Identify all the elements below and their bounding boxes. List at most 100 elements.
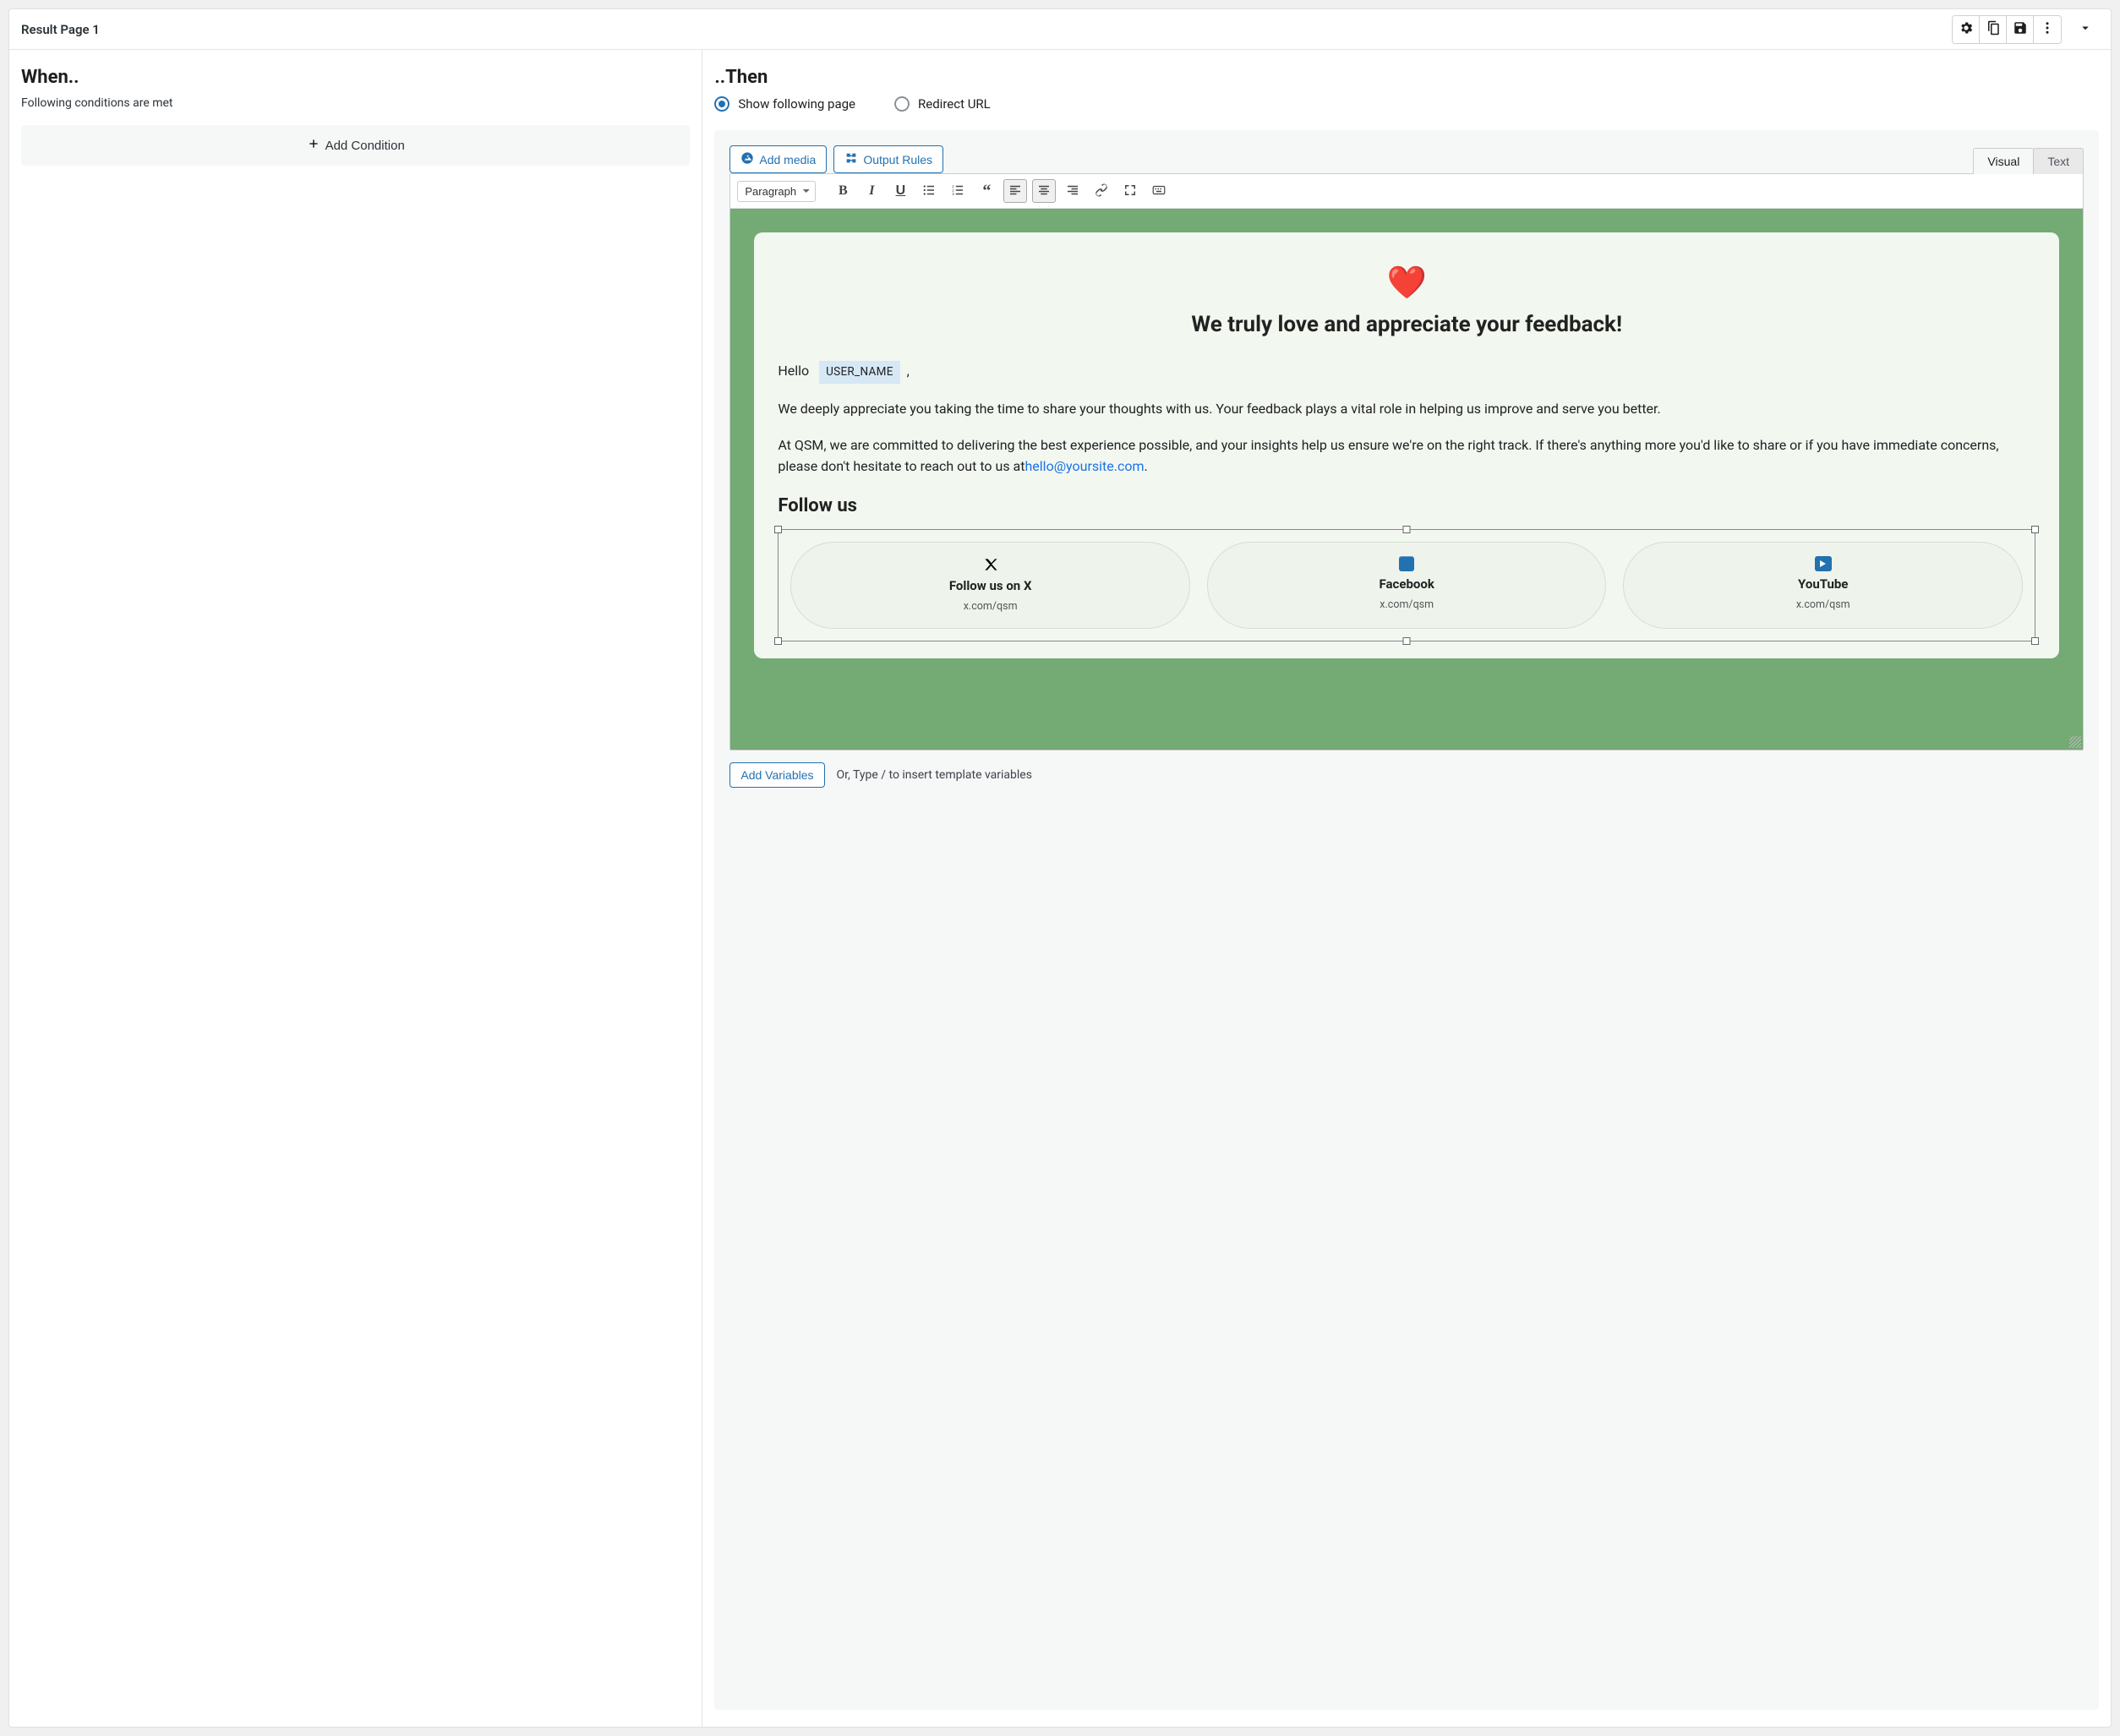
radio-checked-icon xyxy=(714,96,729,112)
greeting-prefix: Hello xyxy=(778,363,809,379)
variables-hint: Or, Type / to insert template variables xyxy=(837,768,1032,782)
social-pill-x[interactable]: Follow us on X x.com/qsm xyxy=(790,542,1190,629)
keyboard-icon xyxy=(1151,183,1167,200)
social-sub: x.com/qsm xyxy=(800,598,1181,614)
align-center-button[interactable] xyxy=(1032,179,1056,203)
save-button[interactable] xyxy=(2007,16,2034,43)
social-sub: x.com/qsm xyxy=(1216,597,1598,613)
editor-frame: Paragraph B I U 123 “ xyxy=(729,173,2084,751)
add-variables-button[interactable]: Add Variables xyxy=(729,762,824,788)
page-header: Result Page 1 xyxy=(9,9,2111,50)
svg-text:3: 3 xyxy=(953,192,955,196)
social-sub: x.com/qsm xyxy=(1632,597,2013,613)
content-heading: We truly love and appreciate your feedba… xyxy=(778,312,2035,337)
align-left-icon xyxy=(1008,183,1023,200)
quote-button[interactable]: “ xyxy=(975,179,998,203)
editor-canvas[interactable]: ❤️ We truly love and appreciate your fee… xyxy=(730,209,2083,750)
contact-email-link[interactable]: hello@yoursite.com xyxy=(1024,458,1144,474)
youtube-icon xyxy=(1632,556,2013,571)
resize-handle-bl[interactable] xyxy=(774,637,782,645)
header-icon-group xyxy=(1952,15,2062,44)
social-pill-youtube[interactable]: YouTube x.com/qsm xyxy=(1623,542,2023,629)
resize-handle-bm[interactable] xyxy=(1403,637,1411,645)
add-media-button[interactable]: Add media xyxy=(729,145,827,173)
add-condition-label: Add Condition xyxy=(325,139,405,153)
facebook-icon xyxy=(1216,556,1598,571)
page-title: Result Page 1 xyxy=(21,22,100,37)
ordered-list-button[interactable]: 123 xyxy=(946,179,970,203)
result-pane: ..Then Show following page Redirect URL xyxy=(702,50,2111,1727)
social-pill-facebook[interactable]: Facebook x.com/qsm xyxy=(1207,542,1607,629)
social-label: Follow us on X xyxy=(800,576,1181,596)
follow-heading: Follow us xyxy=(778,492,2035,521)
add-condition-button[interactable]: Add Condition xyxy=(21,125,690,166)
plus-icon xyxy=(307,137,320,154)
paragraph-2-post: . xyxy=(1145,458,1148,474)
paragraph-2: At QSM, we are committed to delivering t… xyxy=(778,435,2035,478)
rte-toolbar: Paragraph B I U 123 “ xyxy=(730,174,2083,209)
x-logo-icon xyxy=(800,556,1181,573)
ordered-list-icon: 123 xyxy=(950,183,965,200)
tab-visual[interactable]: Visual xyxy=(1973,148,2034,174)
align-center-icon xyxy=(1036,183,1052,200)
editor-card: Add media Output Rules Visual Text xyxy=(714,130,2099,1710)
bold-icon: B xyxy=(839,183,848,199)
radio-redirect-label: Redirect URL xyxy=(918,96,991,112)
media-icon xyxy=(740,151,754,167)
social-selection-box[interactable]: Follow us on X x.com/qsm Facebook xyxy=(778,529,2035,641)
heart-icon: ❤️ xyxy=(778,265,2035,302)
kebab-icon xyxy=(2040,20,2055,38)
conditions-hint: Following conditions are met xyxy=(21,96,690,110)
align-right-button[interactable] xyxy=(1061,179,1085,203)
chevron-down-icon xyxy=(2078,20,2093,38)
paragraph-1: We deeply appreciate you taking the time… xyxy=(778,399,2035,420)
add-variables-label: Add Variables xyxy=(740,768,813,782)
resize-handle-tr[interactable] xyxy=(2031,526,2039,533)
format-select[interactable]: Paragraph xyxy=(737,181,816,202)
radio-show-page[interactable]: Show following page xyxy=(714,96,855,112)
add-media-label: Add media xyxy=(759,153,816,167)
output-rules-button[interactable]: Output Rules xyxy=(833,145,943,173)
bullet-list-button[interactable] xyxy=(917,179,941,203)
align-left-button[interactable] xyxy=(1003,179,1027,203)
greeting-line: Hello USER_NAME , xyxy=(778,361,2035,384)
radio-show-page-label: Show following page xyxy=(738,96,855,112)
underline-button[interactable]: U xyxy=(888,179,912,203)
radio-redirect-url[interactable]: Redirect URL xyxy=(894,96,991,112)
result-heading: ..Then xyxy=(714,67,2099,88)
gear-icon xyxy=(1959,20,1974,38)
resize-handle-br[interactable] xyxy=(2031,637,2039,645)
result-type-radios: Show following page Redirect URL xyxy=(714,96,2099,112)
expand-button[interactable] xyxy=(1118,179,1142,203)
radio-unchecked-icon xyxy=(894,96,910,112)
more-button[interactable] xyxy=(2034,16,2061,43)
paragraph-2-pre: At QSM, we are committed to delivering t… xyxy=(778,437,1998,474)
social-label: YouTube xyxy=(1632,575,2013,594)
save-icon xyxy=(2013,20,2028,38)
rules-icon xyxy=(844,151,858,167)
settings-button[interactable] xyxy=(1953,16,1980,43)
conditions-heading: When.. xyxy=(21,67,690,88)
user-name-variable[interactable]: USER_NAME xyxy=(819,361,900,384)
quote-icon: “ xyxy=(982,182,991,201)
align-right-icon xyxy=(1065,183,1080,200)
copy-button[interactable] xyxy=(1980,16,2007,43)
resize-handle-tl[interactable] xyxy=(774,526,782,533)
greeting-suffix: , xyxy=(907,363,910,379)
tab-text[interactable]: Text xyxy=(2033,148,2084,174)
resize-handle-tm[interactable] xyxy=(1403,526,1411,533)
link-button[interactable] xyxy=(1090,179,1113,203)
bold-button[interactable]: B xyxy=(831,179,855,203)
keyboard-button[interactable] xyxy=(1147,179,1171,203)
header-tools xyxy=(1952,15,2097,44)
link-icon xyxy=(1094,183,1109,200)
expand-icon xyxy=(1123,183,1138,200)
copy-icon xyxy=(1986,20,2001,38)
italic-icon: I xyxy=(869,183,874,199)
collapse-button[interactable] xyxy=(2074,18,2097,41)
editor-resize-grip[interactable] xyxy=(2069,736,2081,748)
italic-button[interactable]: I xyxy=(860,179,883,203)
social-label: Facebook xyxy=(1216,575,1598,594)
underline-icon: U xyxy=(896,183,906,199)
output-rules-label: Output Rules xyxy=(863,153,932,167)
